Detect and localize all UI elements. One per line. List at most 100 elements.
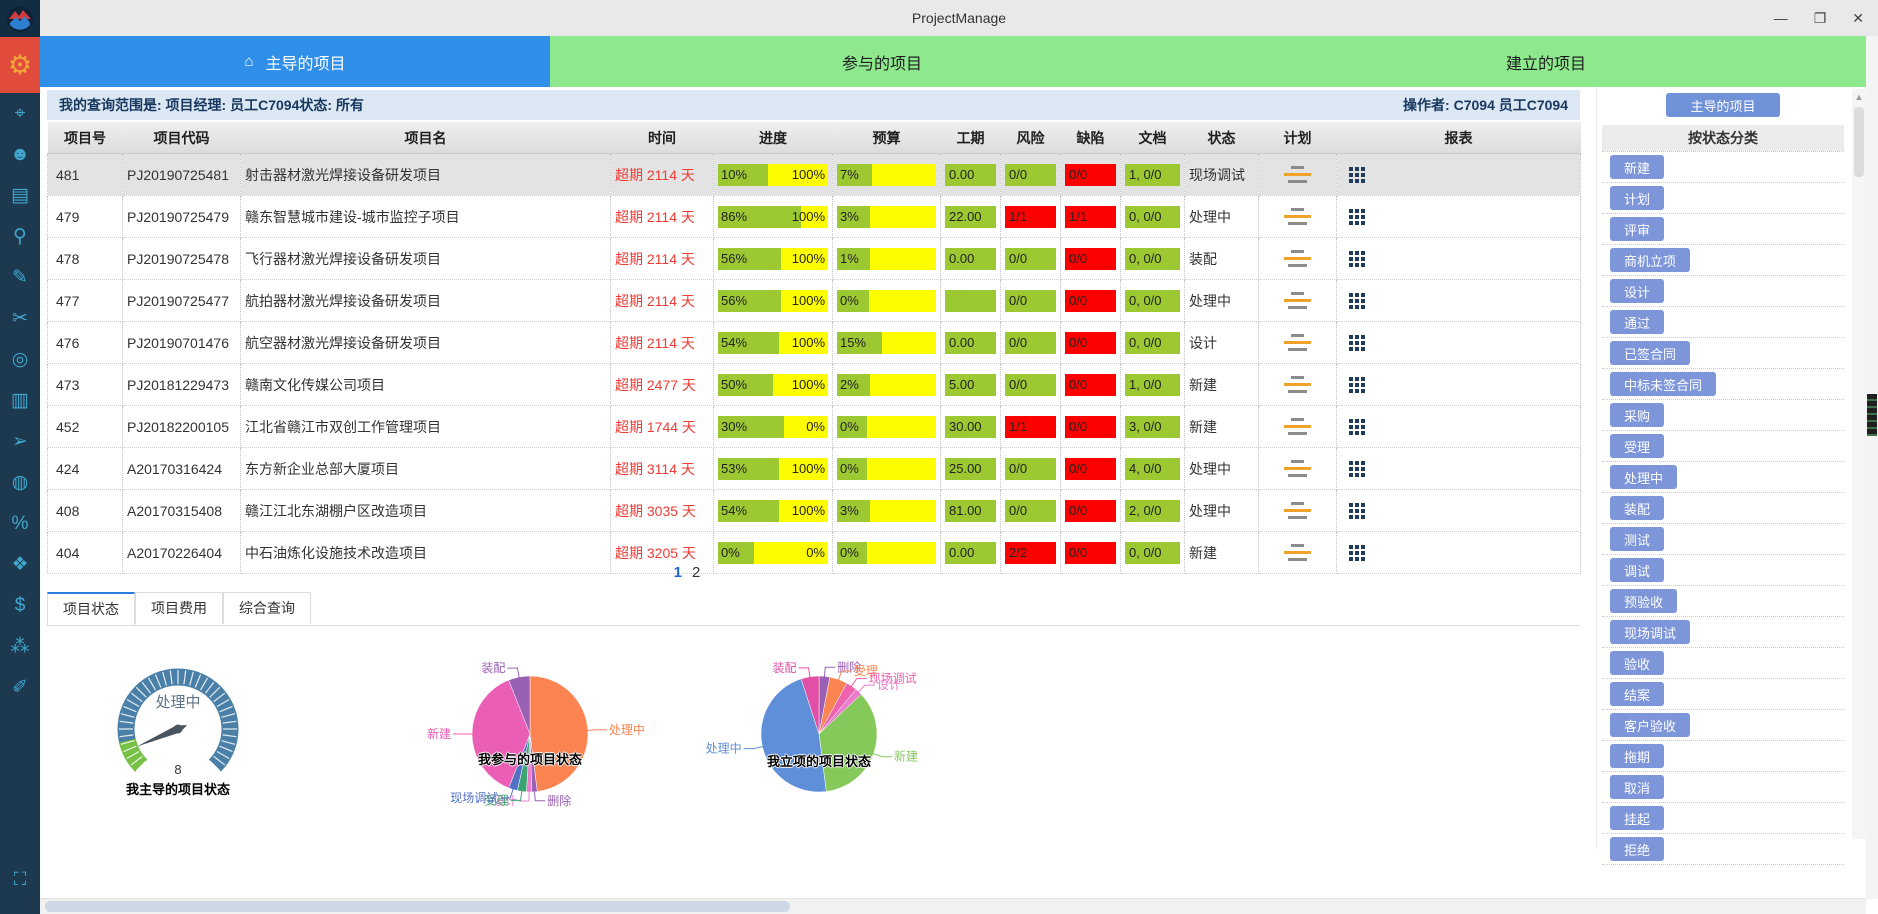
column-header-0[interactable]: 项目号 [48, 122, 123, 154]
vertical-scroll-thumb[interactable] [1867, 394, 1877, 436]
status-button-20[interactable]: 取消 [1610, 775, 1664, 799]
status-button-13[interactable]: 调试 [1610, 558, 1664, 582]
table-row[interactable]: 476PJ20190701476航空器材激光焊接设备研发项目超期 2114 天5… [48, 322, 1581, 364]
status-button-19[interactable]: 拖期 [1610, 744, 1664, 768]
settings-gear-icon[interactable]: ⚙ [0, 37, 40, 93]
plan-icon[interactable] [1283, 460, 1313, 477]
percent-icon[interactable]: % [12, 514, 29, 534]
status-button-17[interactable]: 结案 [1610, 682, 1664, 706]
edit-icon[interactable]: ✎ [12, 268, 28, 288]
report-grid-icon[interactable] [1349, 377, 1365, 393]
column-header-5[interactable]: 预算 [833, 122, 941, 154]
status-button-7[interactable]: 中标未签合同 [1610, 372, 1716, 396]
tab-project-cost[interactable]: 项目费用 [135, 592, 223, 624]
tab-my-leading-projects[interactable]: ⌂ 主导的项目 [40, 36, 550, 87]
vertical-scrollbar[interactable] [1866, 36, 1878, 899]
close-button[interactable]: ✕ [1852, 10, 1864, 27]
report-grid-icon[interactable] [1349, 503, 1365, 519]
report-grid-icon[interactable] [1349, 419, 1365, 435]
status-button-18[interactable]: 客户验收 [1610, 713, 1690, 737]
column-header-7[interactable]: 风险 [1001, 122, 1061, 154]
globe-pointer-icon[interactable]: ➢ [12, 432, 28, 452]
page-1[interactable]: 1 [674, 564, 682, 581]
user-search-icon[interactable]: ⚲ [13, 227, 27, 247]
status-button-21[interactable]: 挂起 [1610, 806, 1664, 830]
status-button-11[interactable]: 装配 [1610, 496, 1664, 520]
table-row[interactable]: 452PJ20182200105江北省赣江市双创工作管理项目超期 1744 天3… [48, 406, 1581, 448]
plan-icon[interactable] [1283, 502, 1313, 519]
plan-icon[interactable] [1283, 250, 1313, 267]
layers-icon[interactable]: ❖ [11, 555, 28, 575]
column-header-1[interactable]: 项目代码 [123, 122, 241, 154]
status-button-0[interactable]: 新建 [1610, 155, 1664, 179]
location-icon[interactable]: ⌖ [15, 104, 26, 124]
report-grid-icon[interactable] [1349, 545, 1365, 561]
column-header-3[interactable]: 时间 [611, 122, 714, 154]
leading-projects-button[interactable]: 主导的项目 [1666, 93, 1780, 117]
status-button-16[interactable]: 验收 [1610, 651, 1664, 675]
money-icon[interactable]: $ [15, 596, 26, 616]
table-row[interactable]: 478PJ20190725478飞行器材激光焊接设备研发项目超期 2114 天5… [48, 238, 1581, 280]
bar-chart-icon[interactable]: ▥ [11, 391, 29, 411]
column-header-8[interactable]: 缺陷 [1061, 122, 1121, 154]
app-logo[interactable] [0, 0, 40, 37]
maximize-button[interactable]: ❐ [1814, 10, 1827, 27]
status-button-8[interactable]: 采购 [1610, 403, 1664, 427]
document-list-icon[interactable]: ▤ [11, 186, 29, 206]
table-row[interactable]: 424A20170316424东方新企业总部大厦项目超期 3114 天53%10… [48, 448, 1581, 490]
scroll-up-arrow[interactable]: ▲ [1852, 89, 1866, 105]
table-row[interactable]: 473PJ20181229473赣南文化传媒公司项目超期 2477 天50%10… [48, 364, 1581, 406]
table-row[interactable]: 477PJ20190725477航拍器材激光焊接设备研发项目超期 2114 天5… [48, 280, 1581, 322]
column-header-10[interactable]: 状态 [1185, 122, 1259, 154]
plan-icon[interactable] [1283, 166, 1313, 183]
minimize-button[interactable]: — [1774, 10, 1788, 26]
column-header-12[interactable]: 报表 [1337, 122, 1581, 154]
status-button-9[interactable]: 受理 [1610, 434, 1664, 458]
scissors-icon[interactable]: ✂ [12, 309, 28, 329]
plan-icon[interactable] [1283, 418, 1313, 435]
table-row[interactable]: 481PJ20190725481射击器材激光焊接设备研发项目超期 2114 天1… [48, 154, 1581, 196]
horizontal-scroll-thumb[interactable] [45, 901, 790, 912]
plan-icon[interactable] [1283, 376, 1313, 393]
report-grid-icon[interactable] [1349, 251, 1365, 267]
panel-scroll-thumb[interactable] [1854, 107, 1864, 177]
horizontal-scrollbar[interactable] [40, 898, 1866, 914]
page-2[interactable]: 2 [692, 564, 700, 581]
column-header-6[interactable]: 工期 [941, 122, 1001, 154]
report-grid-icon[interactable] [1349, 167, 1365, 183]
camera-target-icon[interactable]: ◎ [12, 350, 29, 370]
status-button-10[interactable]: 处理中 [1610, 465, 1677, 489]
column-header-4[interactable]: 进度 [714, 122, 833, 154]
status-button-14[interactable]: 预验收 [1610, 589, 1677, 613]
tab-created-projects[interactable]: 建立的项目 [1214, 36, 1878, 87]
table-row[interactable]: 408A20170315408赣江江北东湖棚户区改造项目超期 3035 天54%… [48, 490, 1581, 532]
plan-icon[interactable] [1283, 208, 1313, 225]
note-edit-icon[interactable]: ✐ [12, 678, 28, 698]
report-grid-icon[interactable] [1349, 209, 1365, 225]
plan-icon[interactable] [1283, 544, 1313, 561]
report-grid-icon[interactable] [1349, 293, 1365, 309]
tab-participating-projects[interactable]: 参与的项目 [550, 36, 1214, 87]
column-header-11[interactable]: 计划 [1259, 122, 1337, 154]
user-icon[interactable]: ☻ [10, 145, 30, 165]
status-button-4[interactable]: 设计 [1610, 279, 1664, 303]
table-row[interactable]: 479PJ20190725479赣东智慧城市建设-城市监控子项目超期 2114 … [48, 196, 1581, 238]
tab-project-status[interactable]: 项目状态 [47, 592, 135, 625]
status-button-22[interactable]: 拒绝 [1610, 837, 1664, 861]
shirt-icon[interactable]: ⛶ [0, 869, 40, 890]
status-button-5[interactable]: 通过 [1610, 310, 1664, 334]
status-button-2[interactable]: 评审 [1610, 217, 1664, 241]
report-grid-icon[interactable] [1349, 335, 1365, 351]
column-header-9[interactable]: 文档 [1121, 122, 1185, 154]
plan-icon[interactable] [1283, 334, 1313, 351]
status-button-1[interactable]: 计划 [1610, 186, 1664, 210]
panel-scrollbar[interactable]: ▲ [1852, 89, 1866, 839]
status-button-12[interactable]: 测试 [1610, 527, 1664, 551]
status-button-15[interactable]: 现场调试 [1610, 620, 1690, 644]
tab-combined-query[interactable]: 综合查询 [223, 592, 311, 624]
pie-slice[interactable] [530, 676, 588, 792]
globe-icon[interactable]: ◍ [12, 473, 29, 493]
column-header-2[interactable]: 项目名 [241, 122, 611, 154]
status-button-6[interactable]: 已签合同 [1610, 341, 1690, 365]
users-group-icon[interactable]: ⁂ [11, 637, 30, 657]
